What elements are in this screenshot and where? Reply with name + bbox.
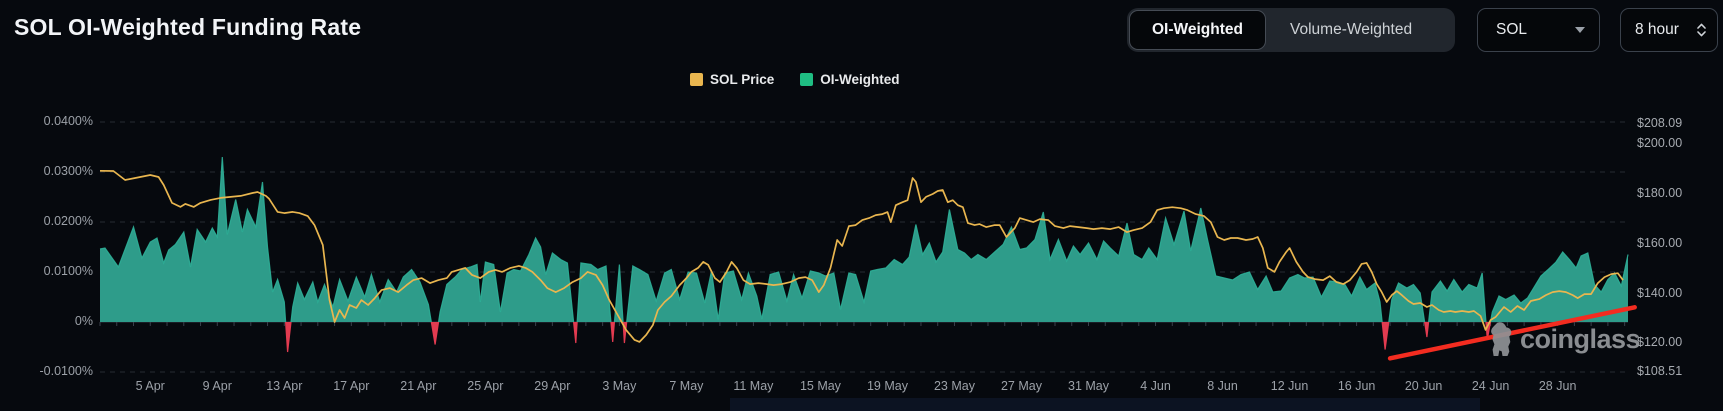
x-axis-label: 5 Apr — [115, 379, 185, 393]
y-axis-label-right: $108.51 — [1637, 364, 1682, 378]
x-axis-label: 25 Apr — [450, 379, 520, 393]
y-axis-label-left: 0.0400% — [0, 114, 93, 128]
x-axis-label: 12 Jun — [1255, 379, 1325, 393]
x-axis-label: 20 Jun — [1389, 379, 1459, 393]
coinglass-bear-icon — [1484, 322, 1514, 356]
funding-area-positive — [100, 157, 1628, 352]
funding-line-negative — [100, 157, 1628, 352]
y-axis-label-right: $160.00 — [1637, 236, 1682, 250]
coinglass-watermark-text: coinglass — [1520, 324, 1640, 355]
x-axis-label: 27 May — [986, 379, 1056, 393]
x-axis-label: 17 Apr — [316, 379, 386, 393]
funding-line — [100, 157, 1628, 352]
y-axis-label-right: $140.00 — [1637, 286, 1682, 300]
y-axis-label-right: $120.00 — [1637, 335, 1682, 349]
y-axis-label-right: $180.00 — [1637, 186, 1682, 200]
x-axis-label: 31 May — [1054, 379, 1124, 393]
y-axis-label-left: 0.0300% — [0, 164, 93, 178]
x-axis-label: 3 May — [584, 379, 654, 393]
x-axis-label: 21 Apr — [383, 379, 453, 393]
x-axis-label: 24 Jun — [1456, 379, 1526, 393]
x-axis-label: 9 Apr — [182, 379, 252, 393]
x-axis-label: 29 Apr — [517, 379, 587, 393]
x-axis-label: 8 Jun — [1188, 379, 1258, 393]
x-axis-label: 13 Apr — [249, 379, 319, 393]
y-axis-label-left: 0.0100% — [0, 264, 93, 278]
x-axis-label: 15 May — [785, 379, 855, 393]
x-axis-label: 28 Jun — [1523, 379, 1593, 393]
coinglass-watermark: coinglass — [1484, 322, 1640, 356]
y-axis-label-right: $200.00 — [1637, 136, 1682, 150]
x-axis-label: 16 Jun — [1322, 379, 1392, 393]
x-axis-label: 7 May — [651, 379, 721, 393]
x-axis-label: 11 May — [718, 379, 788, 393]
y-axis-label-left: 0% — [0, 314, 93, 328]
bottom-scroll-highlight — [730, 398, 1480, 411]
x-axis-label: 19 May — [852, 379, 922, 393]
chart-canvas[interactable] — [0, 0, 1723, 411]
x-axis-label: 4 Jun — [1121, 379, 1191, 393]
funding-area-negative — [100, 157, 1628, 352]
x-axis-label: 23 May — [919, 379, 989, 393]
y-axis-label-left: -0.0100% — [0, 364, 93, 378]
y-axis-label-right: $208.09 — [1637, 116, 1682, 130]
y-axis-label-left: 0.0200% — [0, 214, 93, 228]
